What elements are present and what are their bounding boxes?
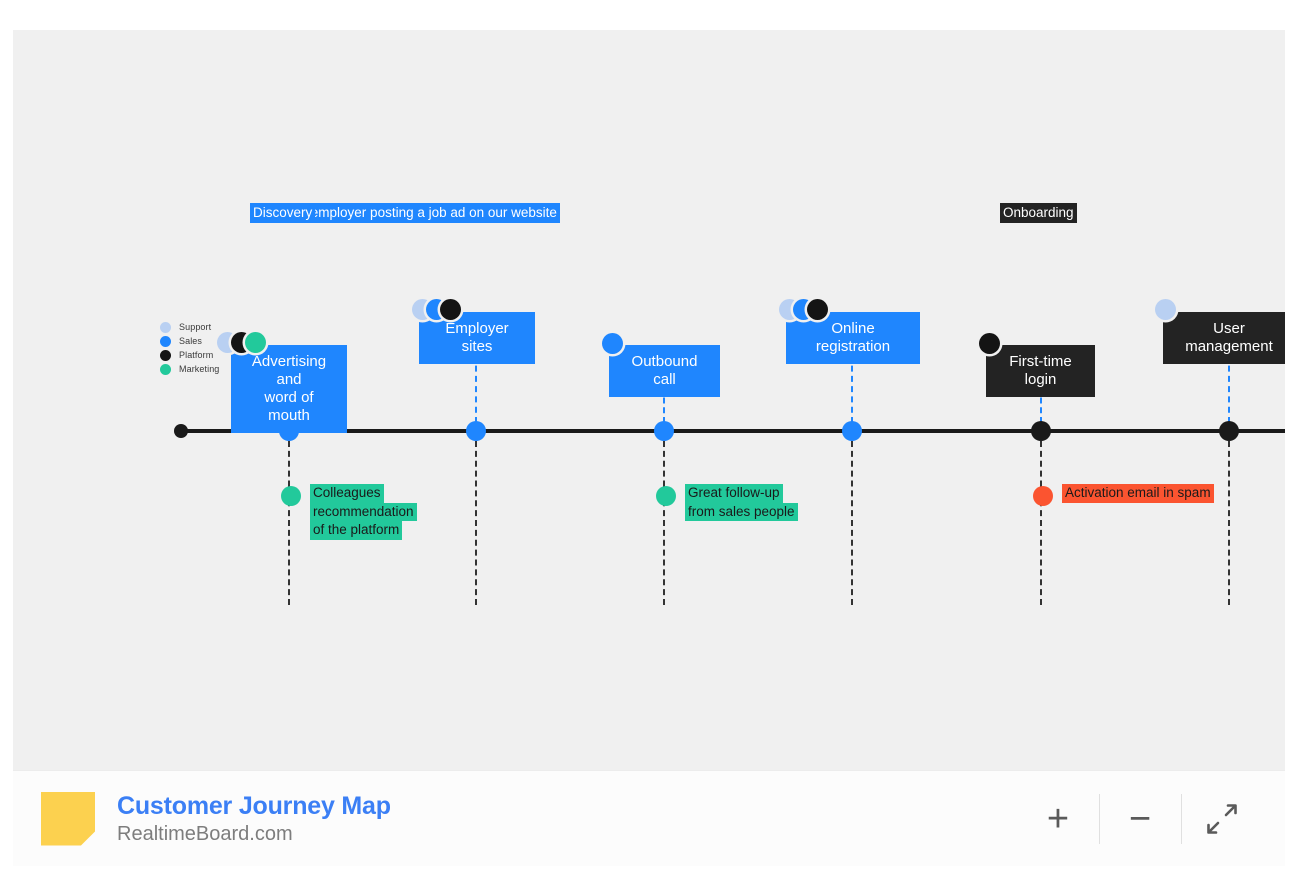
brand-text: Customer Journey Map RealtimeBoard.com (117, 791, 391, 847)
legend-label-sales: Sales (179, 336, 203, 346)
plus-icon: + (1046, 797, 1070, 840)
channel-dots-1 (412, 299, 461, 320)
legend-label-platform: Platform (179, 350, 214, 360)
insight-bullet-0 (281, 486, 301, 506)
channel-dot-support (1155, 299, 1176, 320)
legend-item-support: Support (160, 320, 219, 334)
insight-bullet-1 (656, 486, 676, 506)
legend-swatch-sales (160, 335, 171, 347)
channel-dots-5 (1155, 299, 1176, 320)
board-footer: Customer Journey Map RealtimeBoard.com +… (13, 770, 1285, 866)
sticky-note-icon (41, 791, 95, 846)
timeline-node-4[interactable] (1031, 421, 1051, 441)
legend-swatch-support (160, 321, 171, 333)
phase-label-discovery: Discovery (250, 203, 316, 223)
touchpoint-card-4[interactable]: First-time login (986, 345, 1095, 397)
timeline-start-marker (174, 424, 188, 438)
channel-legend: Support Sales Platform Marketing (160, 320, 219, 376)
timeline-node-3[interactable] (842, 421, 862, 441)
insight-bullet-2 (1033, 486, 1053, 506)
channel-dot-platform (440, 299, 461, 320)
channel-dots-4 (979, 333, 1000, 354)
legend-label-support: Support (179, 322, 212, 332)
legend-swatch-platform (160, 349, 171, 361)
insight-note-0[interactable]: Colleagues recommendation of the platform (281, 484, 417, 540)
channel-dot-marketing (245, 332, 266, 353)
zoom-out-button[interactable]: − (1099, 788, 1181, 850)
legend-item-marketing: Marketing (160, 362, 219, 376)
touchpoint-card-2[interactable]: Outbound call (609, 345, 720, 397)
legend-label-marketing: Marketing (179, 364, 220, 374)
connector-down-5 (1228, 441, 1230, 605)
expand-arrows-icon (1202, 799, 1242, 839)
insight-line: Colleagues (310, 484, 384, 503)
insight-line: Great follow-up (685, 484, 783, 503)
insight-line: Activation email in spam (1062, 484, 1214, 503)
insight-text-0: Colleagues recommendation of the platform (310, 484, 417, 540)
phase-label-onboarding: Onboarding (1000, 203, 1077, 223)
board-canvas[interactable]: Persona: employer posting a job ad on ou… (13, 30, 1285, 770)
minus-icon: − (1128, 797, 1152, 840)
touchpoint-card-5[interactable]: User management (1163, 312, 1285, 364)
timeline-node-1[interactable] (466, 421, 486, 441)
insight-text-1: Great follow-up from sales people (685, 484, 798, 521)
channel-dots-3 (779, 299, 828, 320)
channel-dots-2 (602, 333, 623, 354)
insight-line: from sales people (685, 502, 798, 521)
channel-dots-0 (217, 332, 266, 353)
journey-map-viewer: Persona: employer posting a job ad on ou… (0, 0, 1298, 896)
zoom-in-button[interactable]: + (1017, 788, 1099, 850)
channel-dot-sales (602, 333, 623, 354)
board-subtitle: RealtimeBoard.com (117, 822, 293, 845)
connector-down-1 (475, 441, 477, 605)
legend-item-sales: Sales (160, 334, 219, 348)
zoom-controls: + − (1017, 788, 1285, 850)
legend-item-platform: Platform (160, 348, 219, 362)
insight-note-2[interactable]: Activation email in spam (1033, 484, 1214, 506)
insight-line: of the platform (310, 521, 403, 540)
fullscreen-button[interactable] (1181, 788, 1263, 850)
insight-text-2: Activation email in spam (1062, 484, 1214, 503)
channel-dot-platform (807, 299, 828, 320)
connector-down-2 (663, 441, 665, 605)
board-branding: Customer Journey Map RealtimeBoard.com (13, 791, 391, 847)
connector-down-4 (1040, 441, 1042, 605)
insight-line: recommendation (310, 502, 417, 521)
board-stage: Persona: employer posting a job ad on ou… (13, 30, 1285, 770)
channel-dot-platform (979, 333, 1000, 354)
connector-down-3 (851, 441, 853, 605)
insight-note-1[interactable]: Great follow-up from sales people (656, 484, 798, 521)
timeline-node-2[interactable] (654, 421, 674, 441)
timeline-node-5[interactable] (1219, 421, 1239, 441)
touchpoint-card-0[interactable]: Advertising and word of mouth (231, 345, 347, 433)
legend-swatch-marketing (160, 363, 171, 375)
board-title: Customer Journey Map (117, 791, 391, 820)
